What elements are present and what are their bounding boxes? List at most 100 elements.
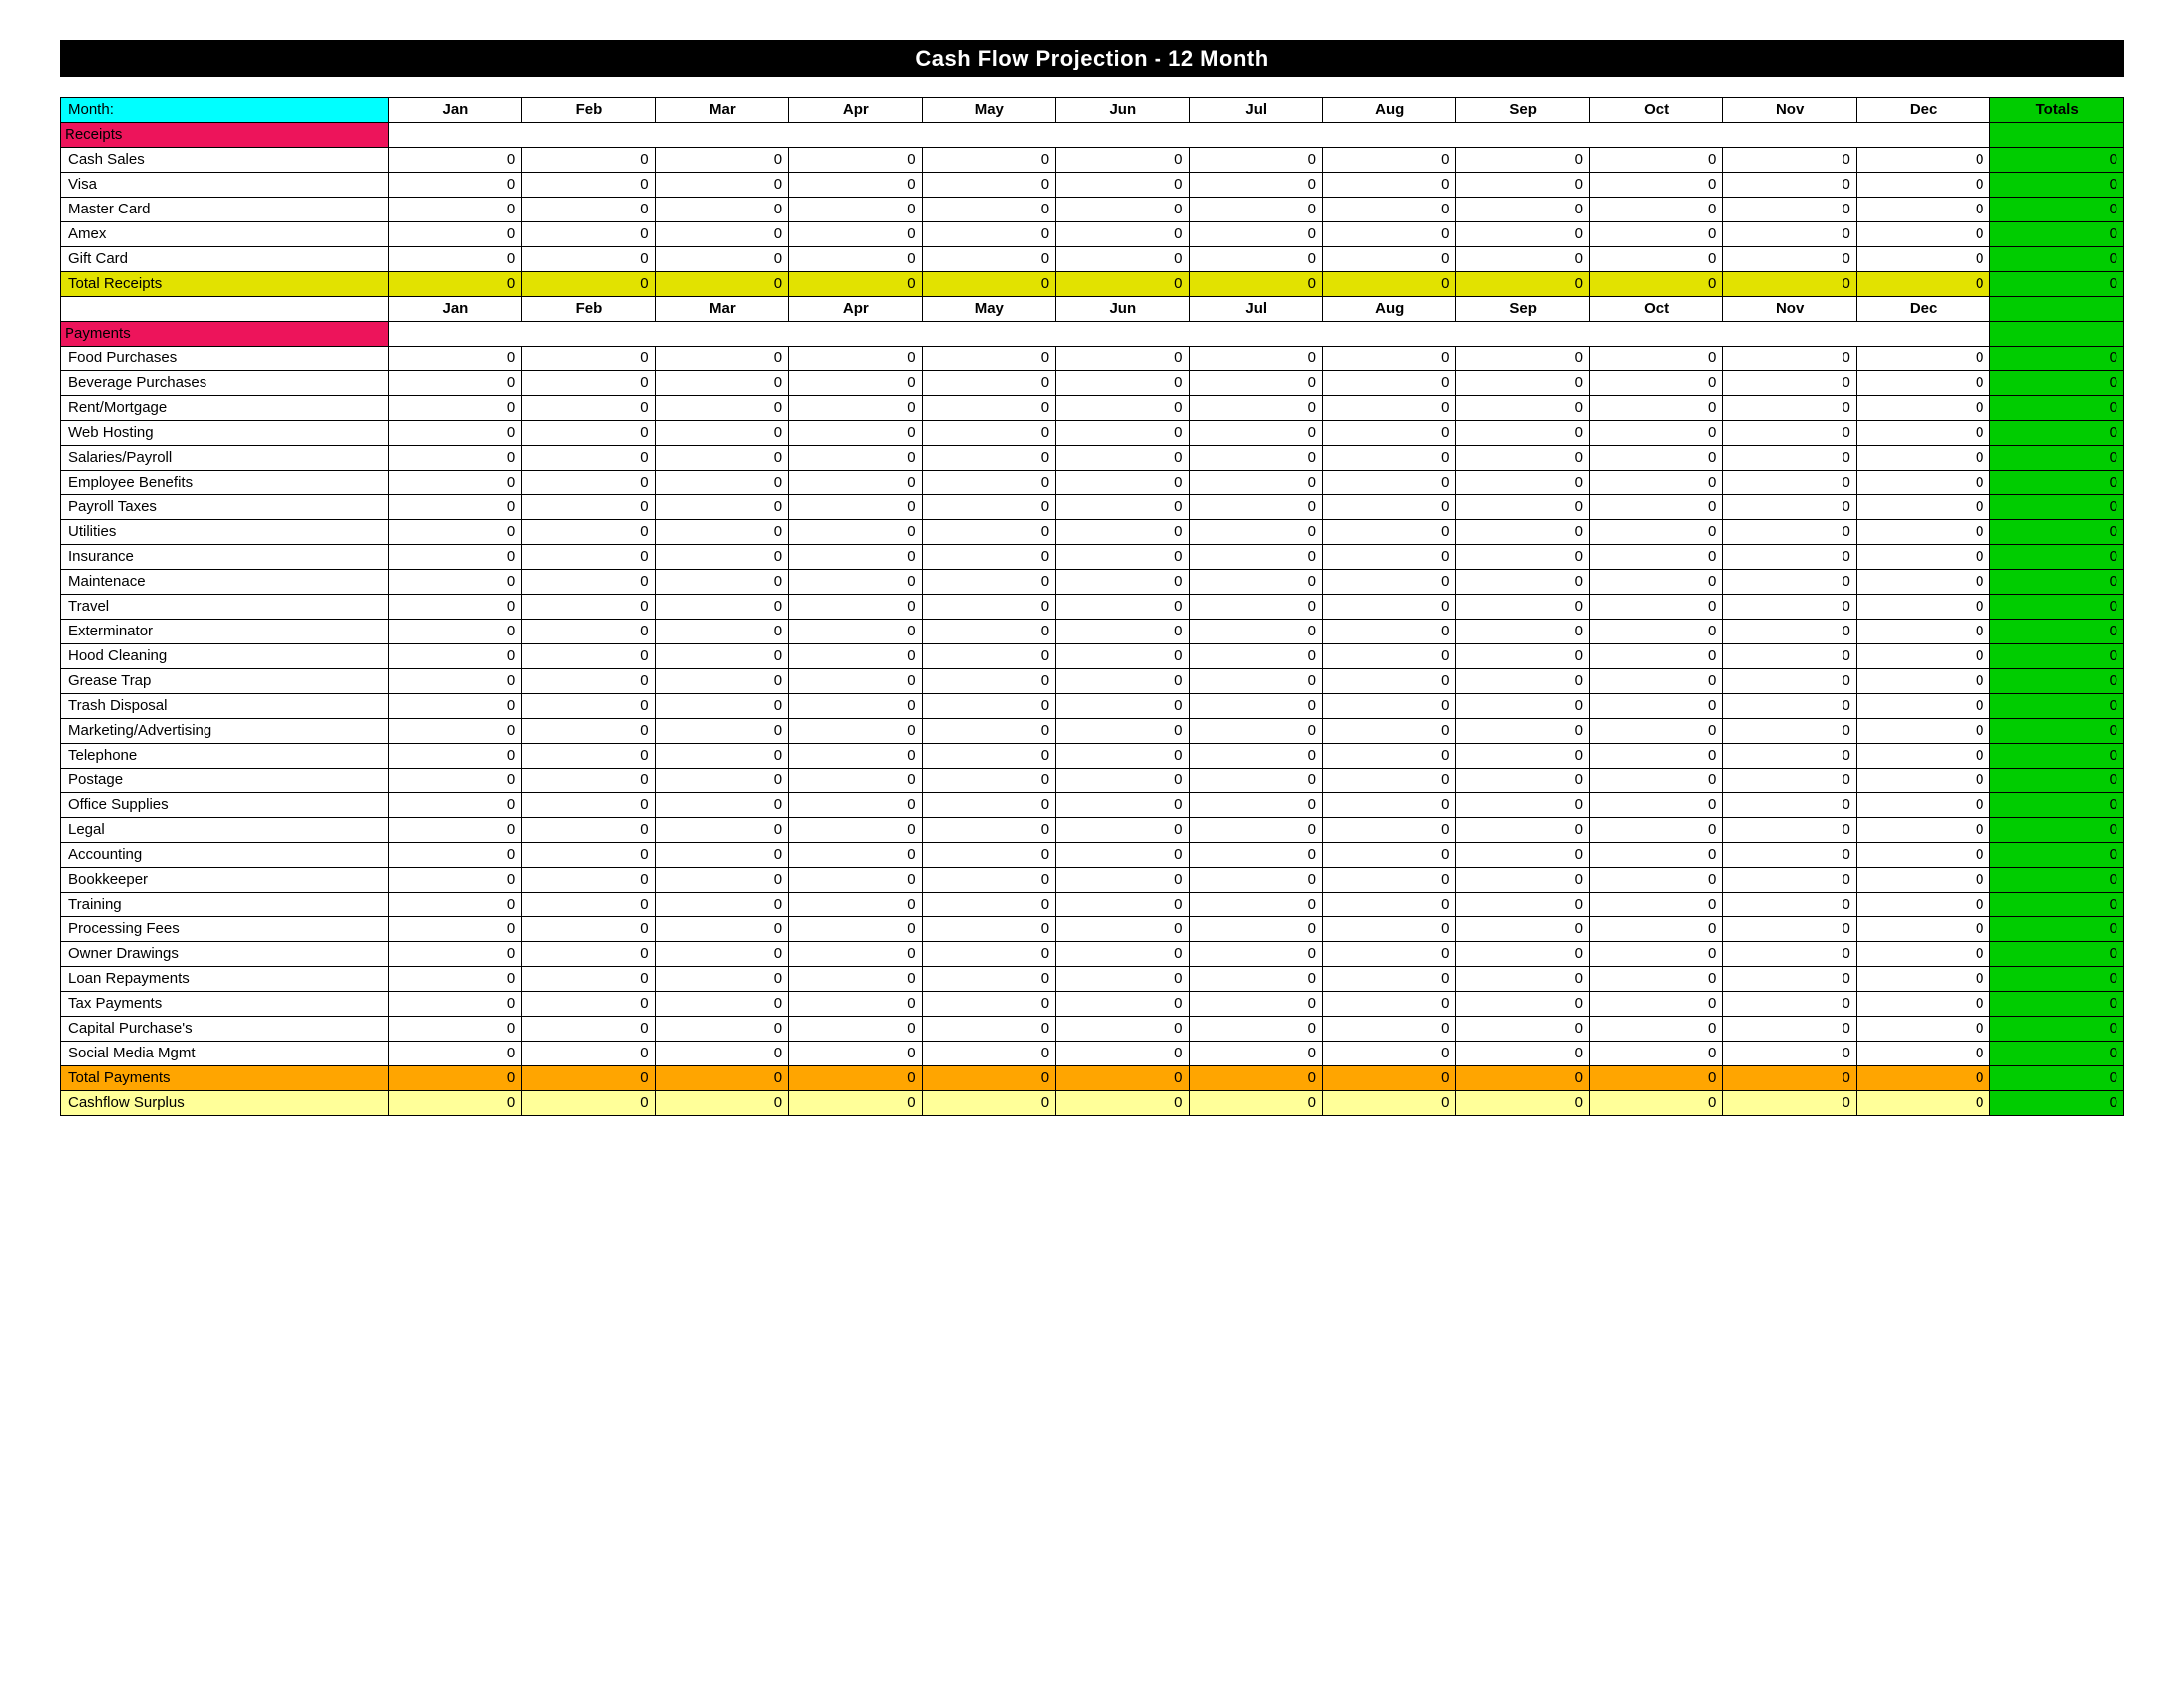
cell-value[interactable]: 0 [388,992,521,1017]
cell-value[interactable]: 0 [1322,669,1455,694]
cell-value[interactable]: 0 [922,148,1055,173]
cell-value[interactable]: 0 [388,173,521,198]
cell-value[interactable]: 0 [1056,520,1189,545]
cell-value[interactable]: 0 [388,471,521,495]
cell-value[interactable]: 0 [522,1091,655,1116]
cell-value[interactable]: 0 [1456,471,1589,495]
cell-value[interactable]: 0 [1589,545,1722,570]
cell-value[interactable]: 0 [1589,1066,1722,1091]
cell-value[interactable]: 0 [388,1017,521,1042]
cell-value[interactable]: 0 [1456,173,1589,198]
cell-value[interactable]: 0 [522,843,655,868]
cell-value[interactable]: 0 [1056,545,1189,570]
cell-value[interactable]: 0 [655,446,788,471]
cell-value[interactable]: 0 [522,992,655,1017]
cell-value[interactable]: 0 [922,446,1055,471]
cell-value[interactable]: 0 [522,620,655,644]
cell-value[interactable]: 0 [922,371,1055,396]
cell-value[interactable]: 0 [388,396,521,421]
cell-value[interactable]: 0 [388,347,521,371]
cell-value[interactable]: 0 [522,198,655,222]
cell-value[interactable]: 0 [1189,471,1322,495]
cell-value[interactable]: 0 [388,570,521,595]
cell-value[interactable]: 0 [388,967,521,992]
cell-value[interactable]: 0 [388,520,521,545]
cell-value[interactable]: 0 [922,173,1055,198]
cell-value[interactable]: 0 [1322,570,1455,595]
cell-value[interactable]: 0 [388,148,521,173]
cell-value[interactable]: 0 [522,545,655,570]
cell-value[interactable]: 0 [655,868,788,893]
cell-value[interactable]: 0 [522,495,655,520]
cell-value[interactable]: 0 [922,967,1055,992]
cell-value[interactable]: 0 [1056,669,1189,694]
cell-value[interactable]: 0 [522,446,655,471]
cell-value[interactable]: 0 [1856,1066,1989,1091]
cell-value[interactable]: 0 [1589,198,1722,222]
cell-value[interactable]: 0 [1056,694,1189,719]
cell-value[interactable]: 0 [655,148,788,173]
cell-value[interactable]: 0 [655,1091,788,1116]
cell-value[interactable]: 0 [1189,1066,1322,1091]
cell-value[interactable]: 0 [522,272,655,297]
cell-value[interactable]: 0 [1723,595,1856,620]
cell-value[interactable]: 0 [1723,222,1856,247]
cell-value[interactable]: 0 [922,247,1055,272]
cell-value[interactable]: 0 [789,371,922,396]
cell-value[interactable]: 0 [789,396,922,421]
cell-value[interactable]: 0 [1322,471,1455,495]
cell-value[interactable]: 0 [1456,744,1589,769]
cell-value[interactable]: 0 [922,1091,1055,1116]
cell-value[interactable]: 0 [1856,818,1989,843]
cell-value[interactable]: 0 [1723,570,1856,595]
cell-value[interactable]: 0 [522,818,655,843]
cell-value[interactable]: 0 [1723,917,1856,942]
cell-value[interactable]: 0 [1856,620,1989,644]
cell-value[interactable]: 0 [522,347,655,371]
cell-value[interactable]: 0 [1322,620,1455,644]
cell-value[interactable]: 0 [922,1017,1055,1042]
cell-value[interactable]: 0 [1456,421,1589,446]
cell-value[interactable]: 0 [789,967,922,992]
cell-value[interactable]: 0 [1056,719,1189,744]
cell-value[interactable]: 0 [1856,793,1989,818]
cell-value[interactable]: 0 [1189,148,1322,173]
cell-value[interactable]: 0 [1456,272,1589,297]
cell-value[interactable]: 0 [1056,173,1189,198]
cell-value[interactable]: 0 [1856,967,1989,992]
cell-value[interactable]: 0 [1189,917,1322,942]
cell-value[interactable]: 0 [1056,620,1189,644]
cell-value[interactable]: 0 [789,520,922,545]
cell-value[interactable]: 0 [1723,1042,1856,1066]
cell-value[interactable]: 0 [1856,471,1989,495]
cell-value[interactable]: 0 [1723,272,1856,297]
cell-value[interactable]: 0 [789,620,922,644]
cell-value[interactable]: 0 [1189,446,1322,471]
cell-value[interactable]: 0 [789,793,922,818]
cell-value[interactable]: 0 [1189,793,1322,818]
cell-value[interactable]: 0 [1322,347,1455,371]
cell-value[interactable]: 0 [1322,967,1455,992]
cell-value[interactable]: 0 [789,893,922,917]
cell-value[interactable]: 0 [655,545,788,570]
cell-value[interactable]: 0 [1456,769,1589,793]
cell-value[interactable]: 0 [1056,744,1189,769]
cell-value[interactable]: 0 [1056,446,1189,471]
cell-value[interactable]: 0 [1856,148,1989,173]
cell-value[interactable]: 0 [789,471,922,495]
cell-value[interactable]: 0 [1189,173,1322,198]
cell-value[interactable]: 0 [789,347,922,371]
cell-value[interactable]: 0 [922,347,1055,371]
cell-value[interactable]: 0 [1322,1066,1455,1091]
cell-value[interactable]: 0 [1456,793,1589,818]
cell-value[interactable]: 0 [388,272,521,297]
cell-value[interactable]: 0 [655,719,788,744]
cell-value[interactable]: 0 [1856,942,1989,967]
cell-value[interactable]: 0 [1322,868,1455,893]
cell-value[interactable]: 0 [1589,148,1722,173]
cell-value[interactable]: 0 [922,818,1055,843]
cell-value[interactable]: 0 [655,644,788,669]
cell-value[interactable]: 0 [1056,967,1189,992]
cell-value[interactable]: 0 [1856,992,1989,1017]
cell-value[interactable]: 0 [789,148,922,173]
